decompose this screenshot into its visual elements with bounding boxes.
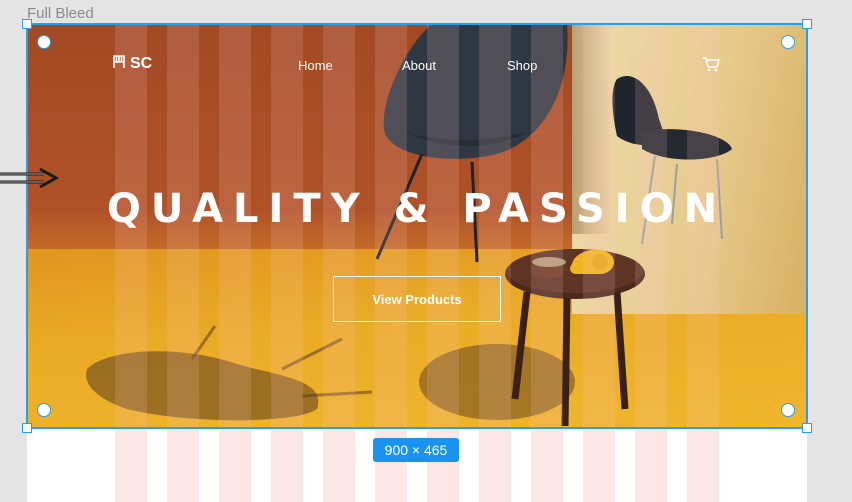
arrow-right-icon [0,166,62,195]
layout-grid-column [323,428,355,502]
logo-text: SC [130,55,153,72]
layout-grid-column [479,428,511,502]
resize-handle-bottom-right[interactable] [802,423,812,433]
side-table-leg [561,297,571,427]
layout-grid-column [531,428,563,502]
logo[interactable]: SC [113,55,152,73]
cart-icon[interactable] [702,56,720,77]
layout-grid-column [687,428,719,502]
chair-shadow-leg [190,325,217,360]
nav-link-home[interactable]: Home [298,58,333,73]
hero-artboard[interactable]: SC Home About Shop QUALITY & PASSION Vie… [27,24,807,428]
chair-icon [113,55,125,73]
corner-radius-handle[interactable] [37,403,51,417]
small-chair-seat [642,129,732,160]
layout-grid-column [115,428,147,502]
layout-grid-column [635,428,667,502]
nav-bar: SC Home About Shop [27,24,807,104]
layout-grid-column [271,428,303,502]
corner-radius-handle[interactable] [781,403,795,417]
layout-grid-column [219,428,251,502]
nav-link-shop[interactable]: Shop [507,58,537,73]
resize-handle-top-left[interactable] [22,19,32,29]
chair-shadow [86,351,319,421]
resize-handle-bottom-left[interactable] [22,423,32,433]
side-table-leg [613,291,629,410]
size-badge: 900 × 465 [373,438,459,462]
corner-radius-handle[interactable] [781,35,795,49]
nav-link-about[interactable]: About [402,58,436,73]
layout-grid-column [583,428,615,502]
chair-shadow-leg [281,337,343,371]
resize-handle-top-right[interactable] [802,19,812,29]
corner-radius-handle[interactable] [37,35,51,49]
view-products-button[interactable]: View Products [333,276,501,322]
hero-title: QUALITY & PASSION [106,186,728,232]
layout-grid-column [167,428,199,502]
table-shadow [419,344,575,420]
frame-label[interactable]: Full Bleed [27,5,94,22]
